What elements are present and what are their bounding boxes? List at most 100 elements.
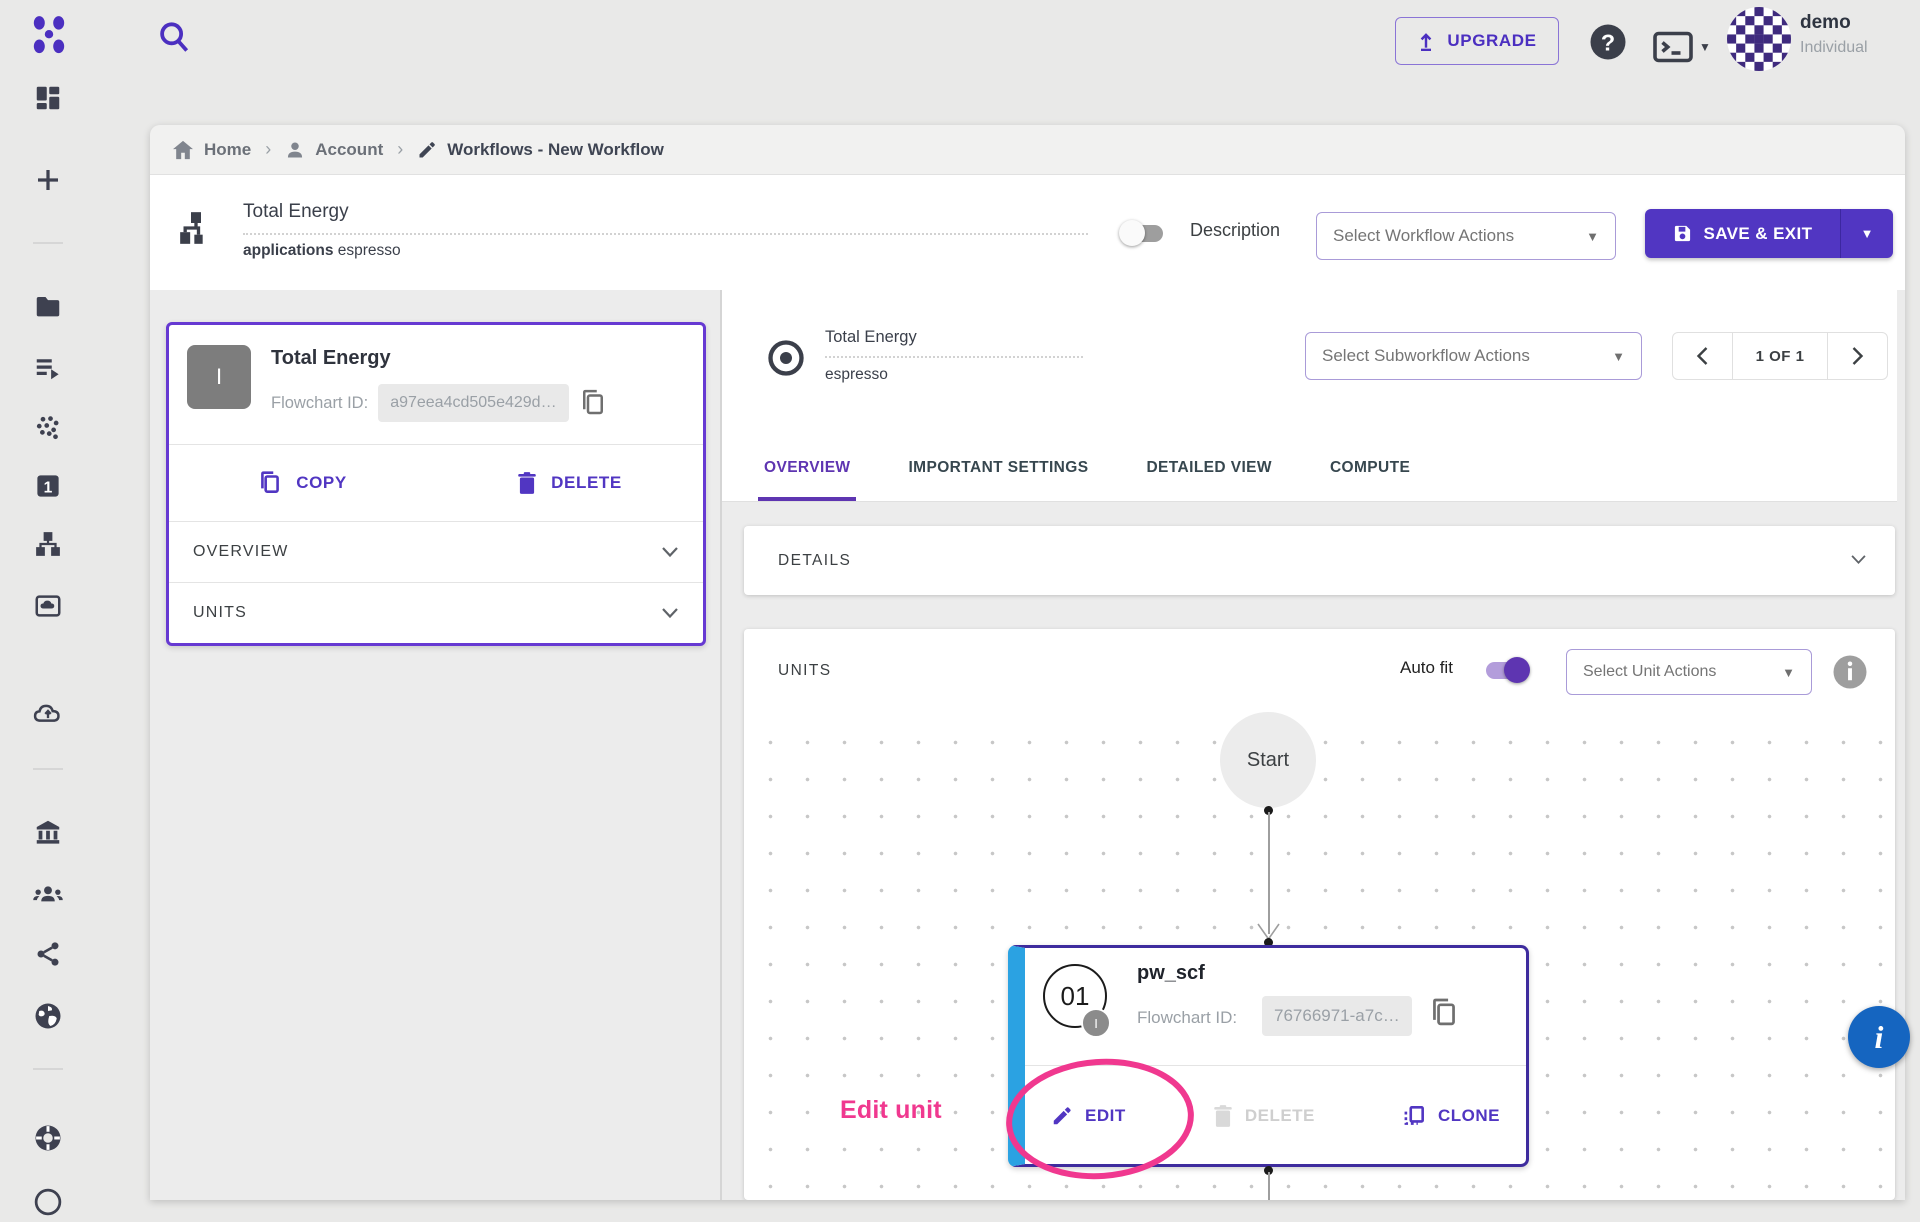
person-icon bbox=[285, 140, 305, 160]
clone-label: CLONE bbox=[1438, 1106, 1500, 1126]
sidebar-item-materials[interactable] bbox=[26, 408, 70, 448]
unit-clone-button[interactable]: CLONE bbox=[1402, 1103, 1500, 1129]
edit-label: EDIT bbox=[1085, 1106, 1126, 1126]
upgrade-label: UPGRADE bbox=[1447, 31, 1536, 51]
unit-type-badge: I bbox=[1081, 1008, 1111, 1038]
chevron-down-icon: ▼ bbox=[1782, 665, 1795, 680]
svg-text:?: ? bbox=[1601, 29, 1615, 55]
sidebar-item-create[interactable] bbox=[26, 160, 70, 200]
sidebar-item-public[interactable] bbox=[26, 996, 70, 1036]
details-panel[interactable]: DETAILS bbox=[744, 526, 1895, 595]
sidebar-divider bbox=[33, 242, 63, 244]
subworkflow-subtitle: espresso bbox=[825, 366, 888, 384]
sidebar-item-files[interactable] bbox=[26, 287, 70, 327]
units-label: UNITS bbox=[778, 662, 832, 680]
radio-selected-icon bbox=[766, 338, 806, 378]
sidebar-item-dashboard[interactable] bbox=[26, 78, 70, 118]
workflow-card[interactable]: I Total Energy Flowchart ID: a97eea4cd50… bbox=[166, 322, 706, 646]
flowchart-id-chip: a97eea4cd505e429d… bbox=[378, 384, 568, 422]
description-toggle[interactable] bbox=[1121, 225, 1163, 242]
unit-delete-button[interactable]: DELETE bbox=[1213, 1104, 1315, 1128]
user-name: demo bbox=[1800, 12, 1851, 34]
unit-flowchart-id-chip: 76766971-a7c… bbox=[1262, 996, 1412, 1036]
unit-actions-placeholder: Select Unit Actions bbox=[1583, 663, 1716, 681]
app-logo-icon[interactable] bbox=[28, 13, 70, 57]
workflow-actions-select[interactable]: Select Workflow Actions ▼ bbox=[1316, 212, 1616, 260]
sidebar-divider bbox=[33, 768, 63, 770]
avatar[interactable] bbox=[1727, 7, 1791, 71]
console-menu[interactable]: ▼ bbox=[1652, 30, 1711, 64]
subworkflow-pagination: 1 OF 1 bbox=[1672, 332, 1888, 380]
tab-important-settings[interactable]: IMPORTANT SETTINGS bbox=[902, 437, 1094, 501]
chevron-down-icon: ▼ bbox=[1586, 229, 1599, 244]
upgrade-button[interactable]: UPGRADE bbox=[1395, 17, 1559, 65]
sidebar-item-team[interactable] bbox=[26, 874, 70, 914]
sidebar-item-images[interactable] bbox=[26, 586, 70, 626]
breadcrumb-separator-icon: › bbox=[397, 139, 403, 160]
workflow-meta: applications espresso bbox=[243, 242, 401, 260]
workflow-meta-value: espresso bbox=[338, 242, 401, 259]
sidebar-item-support[interactable] bbox=[26, 1118, 70, 1158]
flowchart-canvas[interactable]: Start 01 I pw_scf Flowchart ID: 767669 bbox=[744, 710, 1895, 1200]
breadcrumb-current[interactable]: Workflows - New Workflow bbox=[417, 140, 664, 160]
sidebar-item-organization[interactable] bbox=[26, 812, 70, 852]
sidebar-item-entities[interactable]: 1 bbox=[26, 466, 70, 506]
home-icon bbox=[172, 140, 194, 160]
copy-workflow-button[interactable]: COPY bbox=[169, 445, 436, 521]
sidebar-divider bbox=[33, 1068, 63, 1070]
tab-overview[interactable]: OVERVIEW bbox=[758, 437, 856, 501]
description-label: Description bbox=[1190, 220, 1280, 241]
workflow-thumb: I bbox=[187, 345, 251, 409]
autofit-toggle[interactable] bbox=[1486, 662, 1528, 679]
copy-icon bbox=[258, 470, 282, 496]
save-exit-button[interactable]: SAVE & EXIT ▼ bbox=[1645, 209, 1893, 258]
subworkflow-actions-select[interactable]: Select Subworkflow Actions ▼ bbox=[1305, 332, 1642, 380]
sidebar-item-share[interactable] bbox=[26, 934, 70, 974]
next-page-button[interactable] bbox=[1827, 333, 1887, 379]
workflow-header: Total Energy applications espresso Descr… bbox=[150, 175, 1905, 290]
workflow-card-title: Total Energy bbox=[271, 347, 685, 370]
copy-id-icon[interactable] bbox=[1429, 996, 1459, 1030]
info-fab-button[interactable]: i bbox=[1848, 1006, 1910, 1068]
help-icon[interactable]: ? bbox=[1588, 22, 1628, 62]
breadcrumb-label: Workflows - New Workflow bbox=[447, 140, 664, 160]
trash-icon bbox=[517, 471, 537, 495]
trash-icon bbox=[1213, 1104, 1233, 1128]
save-icon bbox=[1673, 224, 1692, 243]
breadcrumb-separator-icon: › bbox=[265, 139, 271, 160]
prev-page-button[interactable] bbox=[1673, 333, 1733, 379]
chevron-down-icon: ▼ bbox=[1612, 349, 1625, 364]
tab-detailed-view[interactable]: DETAILED VIEW bbox=[1140, 437, 1277, 501]
sidebar-item-jobs[interactable] bbox=[26, 348, 70, 388]
unit-edit-button[interactable]: EDIT bbox=[1051, 1105, 1126, 1127]
sidebar-item-workflows[interactable] bbox=[26, 524, 70, 564]
info-icon[interactable] bbox=[1832, 654, 1868, 690]
terminal-icon bbox=[1652, 30, 1694, 64]
unit-flowchart-id-label: Flowchart ID: bbox=[1137, 1008, 1237, 1028]
delete-label: DELETE bbox=[551, 473, 622, 493]
accordion-units[interactable]: UNITS bbox=[169, 583, 703, 643]
breadcrumb-account[interactable]: Account bbox=[285, 140, 383, 160]
tab-compute[interactable]: COMPUTE bbox=[1324, 437, 1416, 501]
divider bbox=[243, 233, 1088, 235]
sidebar-item-more[interactable] bbox=[26, 1182, 70, 1222]
accordion-overview[interactable]: OVERVIEW bbox=[169, 522, 703, 582]
delete-label: DELETE bbox=[1245, 1106, 1315, 1126]
chevron-down-icon bbox=[661, 607, 679, 619]
search-icon[interactable] bbox=[155, 18, 193, 56]
save-options-caret[interactable]: ▼ bbox=[1841, 209, 1893, 258]
unit-actions-select[interactable]: Select Unit Actions ▼ bbox=[1566, 649, 1812, 695]
start-node[interactable]: Start bbox=[1220, 712, 1316, 808]
svg-text:1: 1 bbox=[44, 479, 53, 496]
sidebar-item-cloud-upload[interactable] bbox=[26, 692, 70, 732]
user-plan: Individual bbox=[1800, 39, 1868, 57]
workflow-icon bbox=[176, 208, 216, 248]
unit-node-pw-scf[interactable]: 01 I pw_scf Flowchart ID: 76766971-a7c… bbox=[1008, 945, 1529, 1167]
copy-id-icon[interactable] bbox=[579, 388, 607, 418]
subworkflow-actions-placeholder: Select Subworkflow Actions bbox=[1322, 346, 1530, 366]
breadcrumb: Home › Account › Workflows - New Workflo… bbox=[150, 125, 1905, 175]
chevron-down-icon[interactable] bbox=[1850, 554, 1867, 565]
copy-label: COPY bbox=[296, 473, 347, 493]
breadcrumb-home[interactable]: Home bbox=[172, 140, 251, 160]
delete-workflow-button[interactable]: DELETE bbox=[436, 445, 703, 521]
